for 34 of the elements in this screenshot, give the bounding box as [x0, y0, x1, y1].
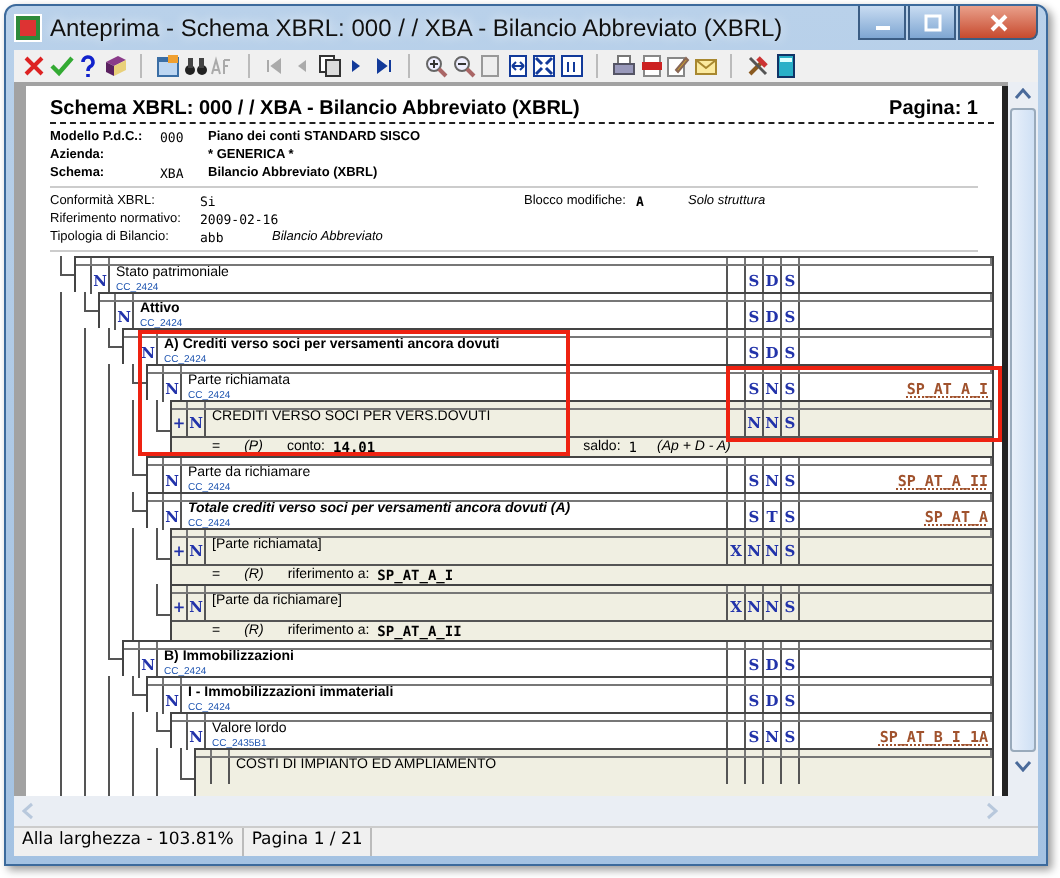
close-icon[interactable] [22, 54, 46, 78]
binoculars-icon[interactable] [183, 54, 208, 78]
scroll-thumb[interactable] [1010, 108, 1036, 752]
zoom-status: Alla larghezza - 103.81% [14, 828, 244, 856]
window-icon[interactable] [155, 54, 180, 78]
minimize-button[interactable] [858, 6, 906, 40]
pages-icon[interactable] [317, 54, 342, 78]
last-page-icon[interactable] [371, 54, 396, 78]
report-title: Schema XBRL: 000 / / XBA - Bilancio Abbreviato (XBRL) [50, 98, 580, 120]
page-width-icon[interactable] [505, 54, 530, 78]
zoom-out-icon[interactable] [451, 54, 475, 78]
maximize-icon [923, 13, 941, 31]
scroll-up-icon[interactable] [1014, 88, 1032, 100]
tools-icon[interactable] [746, 54, 771, 78]
zoom-in-icon[interactable] [423, 54, 448, 78]
help-icon[interactable] [76, 54, 101, 78]
close-icon [989, 13, 1007, 31]
check-icon[interactable] [49, 54, 74, 78]
actual-size-icon[interactable] [559, 54, 584, 78]
page-number: Pagina: 1 [889, 98, 978, 120]
vertical-scrollbar[interactable] [1008, 82, 1038, 796]
scroll-down-icon[interactable] [1014, 760, 1032, 772]
maximize-button[interactable] [908, 6, 956, 40]
pdf-icon[interactable] [639, 54, 664, 78]
calculator-icon[interactable] [773, 54, 798, 78]
edit-icon[interactable] [666, 54, 691, 78]
app-icon [14, 14, 42, 42]
window-title: Anteprima - Schema XBRL: 000 / / XBA - Bilancio Abbreviato (XBRL) [50, 14, 785, 42]
close-button[interactable] [958, 6, 1038, 40]
mail-icon[interactable] [693, 54, 718, 78]
minimize-icon [875, 26, 889, 30]
page-status: Pagina 1 / 21 [243, 828, 373, 856]
fit-page-icon[interactable] [532, 54, 557, 78]
print-icon[interactable] [612, 54, 637, 78]
